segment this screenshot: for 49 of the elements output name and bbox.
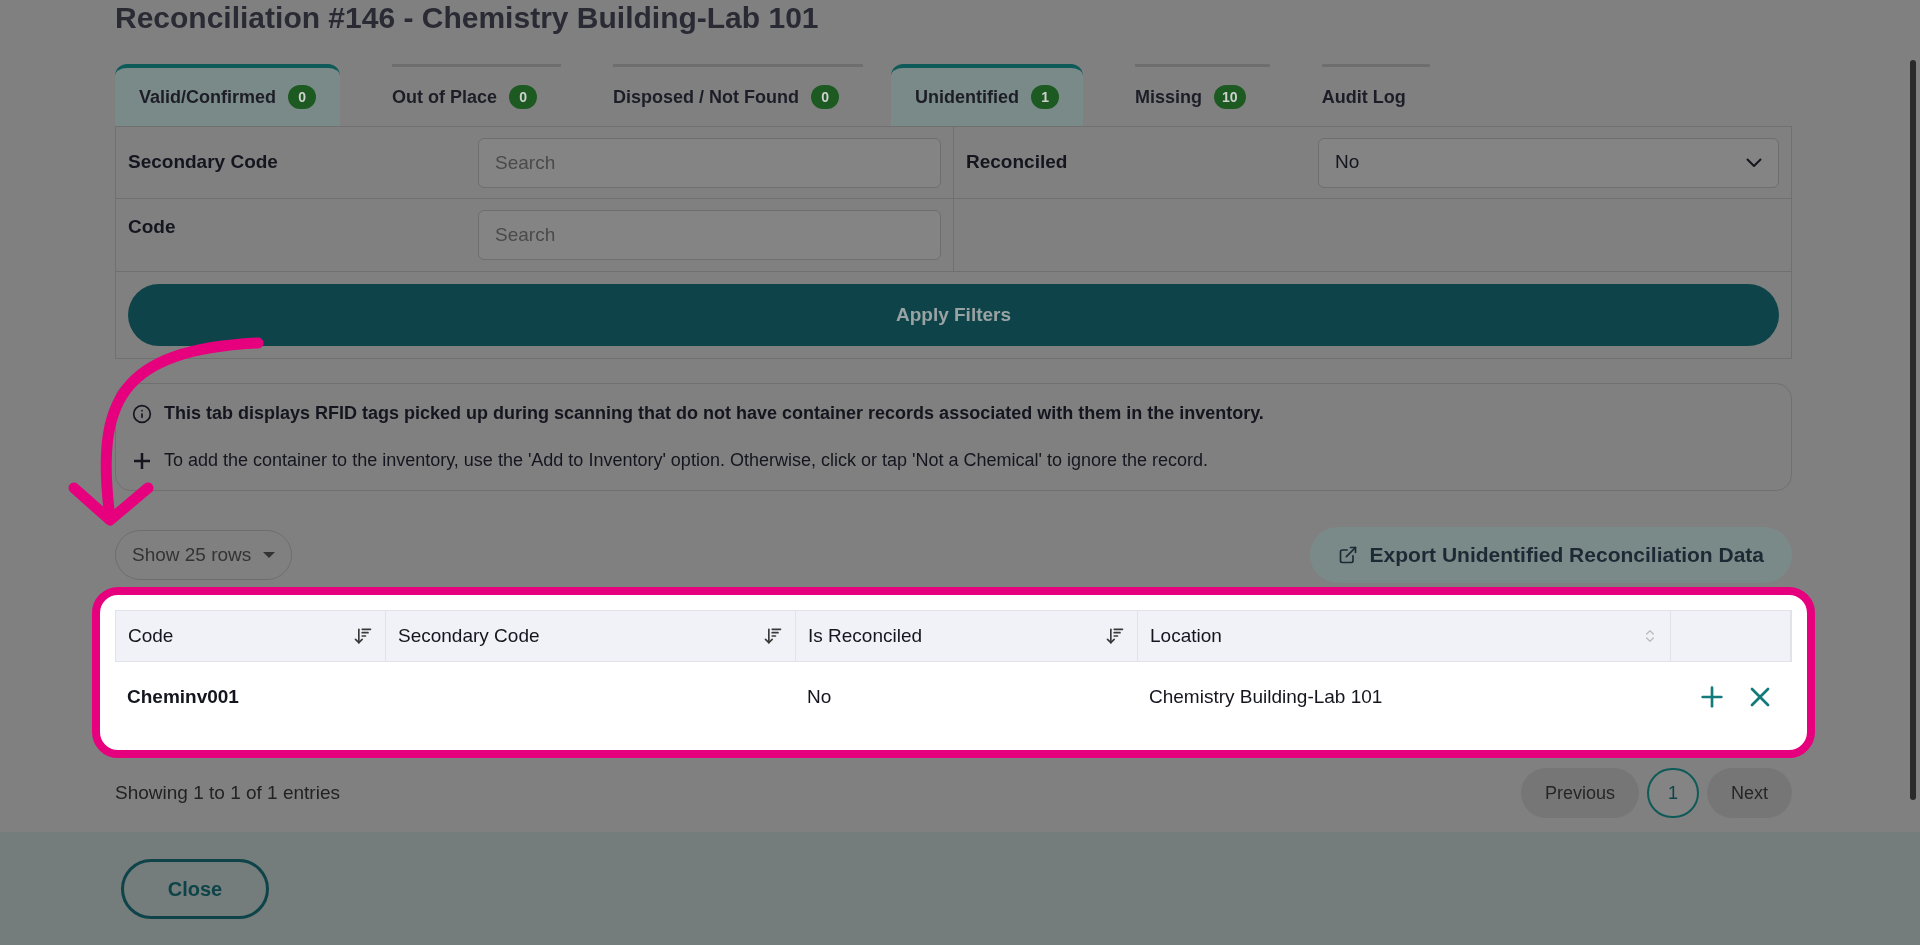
count-badge: 10 <box>1214 85 1246 109</box>
field-label: Secondary Code <box>128 150 279 175</box>
column-header[interactable]: Secondary Code <box>386 611 796 661</box>
column-header[interactable]: Location <box>1138 611 1671 661</box>
scrollbar[interactable] <box>1910 60 1916 800</box>
export-button[interactable]: Export Unidentified Reconciliation Data <box>1309 527 1792 583</box>
info-icon <box>132 403 152 424</box>
search-field[interactable]: Search <box>478 137 941 188</box>
tab-label: Unidentified <box>915 85 1020 109</box>
tab[interactable]: Unidentified 1 <box>891 64 1084 126</box>
caret-icon <box>263 552 276 558</box>
apply-filters-button[interactable]: Apply Filters <box>128 284 1779 346</box>
field-label: Reconciled <box>966 150 1069 175</box>
tab-label: Missing <box>1135 85 1203 109</box>
tab-label: Disposed / Not Found <box>613 85 800 109</box>
tab[interactable]: Out of Place 0 <box>368 64 562 126</box>
tab-label: Out of Place <box>392 85 498 109</box>
tab[interactable]: Disposed / Not Found 0 <box>589 64 864 126</box>
rows-per-page-dropdown[interactable]: Show 25 rows <box>115 530 293 580</box>
table-cell-text: Cheminv001 <box>126 684 240 709</box>
pagination-button[interactable]: Next <box>1707 768 1792 818</box>
info-text: This tab displays RFID tags picked up during scanning that do not have container records associated with them in the inventory. <box>164 402 1264 425</box>
sort-icon[interactable] <box>353 626 373 646</box>
count-badge: 1 <box>1031 85 1060 109</box>
pagination-button[interactable]: Previous <box>1520 768 1639 818</box>
table-cell-text: No <box>806 684 833 709</box>
sort-icon[interactable] <box>1105 626 1125 646</box>
tab-label: Audit Log <box>1321 85 1406 109</box>
plus-icon <box>134 452 150 469</box>
count-badge: 0 <box>811 85 840 109</box>
reconciled-dropdown[interactable]: No <box>1318 137 1779 188</box>
export-icon <box>1337 545 1358 565</box>
column-header[interactable]: Code <box>116 611 386 661</box>
tab-label: Valid/Confirmed <box>139 85 277 109</box>
sort-icon[interactable] <box>763 626 783 646</box>
field-label: Code <box>128 214 177 239</box>
page-title: Reconciliation #146 - Chemistry Building-Lab 101 <box>115 0 820 36</box>
tab[interactable]: Valid/Confirmed 0 <box>115 64 341 126</box>
pagination-button[interactable]: 1 <box>1647 768 1699 818</box>
table-cell-text: Chemistry Building-Lab 101 <box>1148 684 1384 709</box>
tab[interactable]: Audit Log <box>1297 64 1430 126</box>
count-badge: 0 <box>509 85 538 109</box>
tab[interactable]: Missing 10 <box>1111 64 1270 126</box>
search-field[interactable]: Search <box>478 210 941 260</box>
info-text: To add the container to the inventory, use the 'Add to Inventory' option. Otherwise, click or tap 'Not a Chemical' to ignore the record. <box>164 449 1208 472</box>
chevron-down-icon <box>1746 158 1762 167</box>
entries-info: Showing 1 to 1 of 1 entries <box>115 780 340 805</box>
column-header[interactable]: Is Reconciled <box>796 611 1138 661</box>
count-badge: 0 <box>288 85 317 109</box>
